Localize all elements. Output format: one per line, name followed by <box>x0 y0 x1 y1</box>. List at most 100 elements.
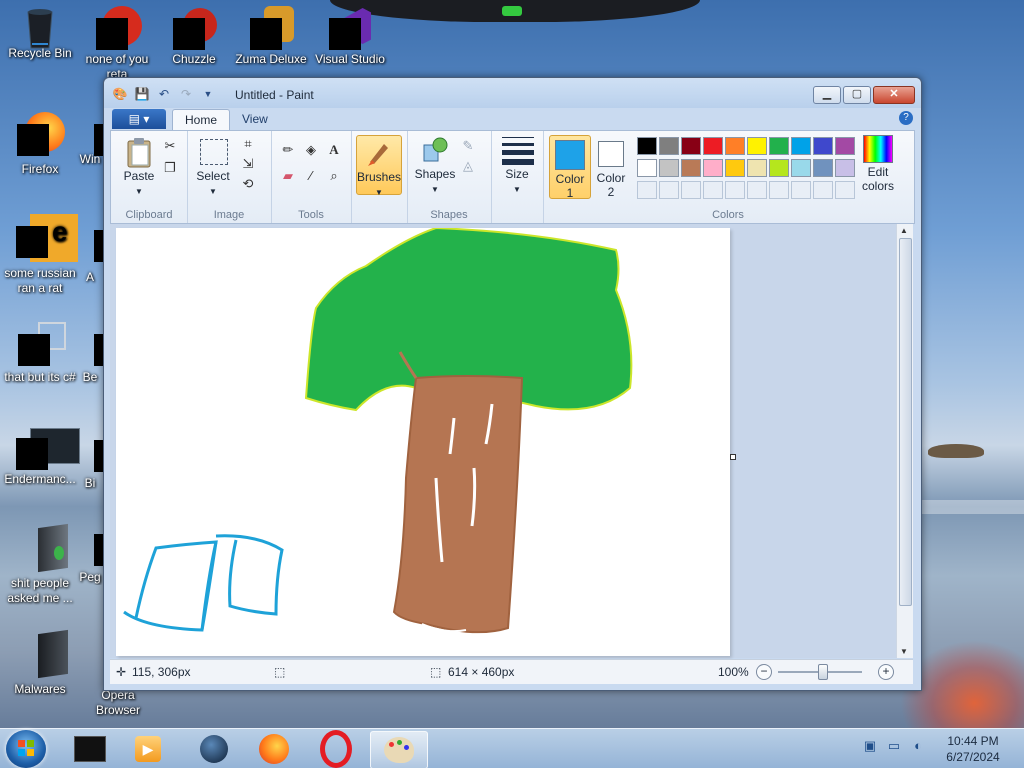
palette-color-swatch[interactable] <box>813 159 833 177</box>
custom-color-slot[interactable] <box>637 181 657 199</box>
palette-color-swatch[interactable] <box>681 159 701 177</box>
custom-color-slot[interactable] <box>813 181 833 199</box>
palette-color-swatch[interactable] <box>791 159 811 177</box>
cut-icon[interactable]: ✂ <box>161 137 179 155</box>
help-icon[interactable]: ? <box>899 111 913 125</box>
vertical-scrollbar[interactable]: ▲ ▼ <box>896 224 913 658</box>
palette-color-swatch[interactable] <box>835 137 855 155</box>
palette-color-swatch[interactable] <box>637 137 657 155</box>
palette-color-swatch[interactable] <box>769 137 789 155</box>
palette-color-swatch[interactable] <box>747 137 767 155</box>
drawing-canvas[interactable] <box>116 226 736 656</box>
taskbar-app-firefox[interactable] <box>246 731 302 767</box>
custom-color-slot[interactable] <box>659 181 679 199</box>
custom-color-slot[interactable] <box>747 181 767 199</box>
resize-icon[interactable]: ⇲ <box>239 155 257 173</box>
text-tool-icon[interactable]: A <box>325 141 343 159</box>
tab-home[interactable]: Home <box>172 109 231 131</box>
magnifier-icon[interactable]: ⌕ <box>325 167 343 185</box>
palette-color-swatch[interactable] <box>637 159 657 177</box>
clock[interactable]: 10:44 PM 6/27/2024 <box>932 733 1014 765</box>
palette-color-swatch[interactable] <box>835 159 855 177</box>
selection-icon <box>198 137 228 167</box>
custom-color-slot[interactable] <box>725 181 745 199</box>
desktop-icon-csharp[interactable]: that but its c# <box>0 322 80 385</box>
zoom-out-button[interactable]: − <box>756 664 772 680</box>
close-button[interactable]: ✕ <box>873 86 915 104</box>
desktop-icon-firefox[interactable]: Firefox <box>0 112 80 177</box>
undo-icon[interactable]: ↶ <box>156 86 172 102</box>
palette-color-swatch[interactable] <box>747 159 767 177</box>
select-button[interactable]: Select ▼ <box>193 137 233 197</box>
palette-color-swatch[interactable] <box>791 137 811 155</box>
desktop-icon-endermanch[interactable]: Endermanc... <box>0 428 80 487</box>
custom-color-slot[interactable] <box>769 181 789 199</box>
taskbar-app-globe[interactable] <box>186 731 242 767</box>
palette-color-swatch[interactable] <box>659 159 679 177</box>
taskbar-app-opera[interactable] <box>308 730 364 768</box>
outline-icon[interactable]: ✎ <box>459 137 477 155</box>
color1-button[interactable]: Color 1 <box>549 135 591 200</box>
tray-app-icon[interactable]: ▣ <box>862 738 878 754</box>
custom-color-slot[interactable] <box>703 181 723 199</box>
fill-icon[interactable]: ◬ <box>459 157 477 175</box>
tab-view[interactable]: View <box>230 109 280 130</box>
save-icon[interactable]: 💾 <box>134 86 150 102</box>
eraser-icon[interactable]: ▰ <box>279 167 297 185</box>
start-button[interactable] <box>6 730 46 768</box>
custom-color-slot[interactable] <box>835 181 855 199</box>
line-width-icon <box>502 135 534 165</box>
palette-color-swatch[interactable] <box>681 137 701 155</box>
pencil-icon[interactable]: ✏ <box>279 141 297 159</box>
color-picker-icon[interactable]: ⁄ <box>302 167 320 185</box>
taskbar-app-paint[interactable] <box>370 731 428 768</box>
brushes-button[interactable]: Brushes ▼ <box>356 135 402 197</box>
desktop-icon-redacted-1[interactable]: none of you reta <box>77 6 157 82</box>
network-icon[interactable]: ▭ <box>886 738 902 754</box>
scrollbar-thumb[interactable] <box>899 238 912 606</box>
copy-icon[interactable]: ❐ <box>161 159 179 177</box>
desktop-icon-chuzzle[interactable]: Chuzzle <box>154 6 234 67</box>
size-button[interactable]: Size ▼ <box>497 135 537 195</box>
window-title: Untitled - Paint <box>235 88 314 102</box>
desktop-icon-shit-people[interactable]: shit people asked me ... <box>0 523 80 606</box>
shapes-button[interactable]: Shapes ▼ <box>413 135 457 195</box>
customize-toolbar-icon[interactable]: ▼ <box>200 86 216 102</box>
palette-color-swatch[interactable] <box>703 137 723 155</box>
paint-app-icon[interactable]: 🎨 <box>112 86 128 102</box>
custom-color-slot[interactable] <box>681 181 701 199</box>
crop-icon[interactable]: ⌗ <box>239 135 257 153</box>
palette-color-swatch[interactable] <box>725 159 745 177</box>
rotate-icon[interactable]: ⟲ <box>239 175 257 193</box>
canvas-resize-handle-right[interactable] <box>730 454 736 460</box>
shapes-group: Shapes ▼ ✎ ◬ Shapes <box>407 131 492 223</box>
palette-color-swatch[interactable] <box>703 159 723 177</box>
desktop-icon-recycle-bin[interactable]: Recycle Bin <box>0 6 80 61</box>
edit-colors-button[interactable]: Edit colors <box>855 135 901 193</box>
palette-color-swatch[interactable] <box>813 137 833 155</box>
palette-color-swatch[interactable] <box>725 137 745 155</box>
minimize-button[interactable]: ▁ <box>813 86 841 104</box>
paste-button[interactable]: Paste ▼ <box>119 137 159 197</box>
palette-color-swatch[interactable] <box>769 159 789 177</box>
fill-bucket-icon[interactable]: ◈ <box>302 141 320 159</box>
scroll-up-icon[interactable]: ▲ <box>900 226 908 235</box>
zoom-in-button[interactable]: + <box>878 664 894 680</box>
volume-icon[interactable]: ◐ <box>910 738 926 754</box>
title-bar[interactable]: 🎨 💾 ↶ ↷ ▼ Untitled - Paint ▁ ▢ ✕ <box>104 78 921 108</box>
desktop-icon-russian-rat[interactable]: e some russian ran a rat <box>0 214 80 296</box>
redo-icon[interactable]: ↷ <box>178 86 194 102</box>
desktop-icon-malwares[interactable]: Malwares <box>0 629 80 697</box>
taskbar-app-terminal[interactable] <box>62 731 118 767</box>
color2-button[interactable]: Color 2 <box>591 135 631 199</box>
taskbar-app-media-player[interactable]: ▶ <box>120 731 176 767</box>
zoom-slider-thumb[interactable] <box>818 664 828 680</box>
desktop-icon-zuma[interactable]: Zuma Deluxe <box>231 6 311 67</box>
colors-group: Color 1 Color 2 Edit colors Colors <box>543 131 913 223</box>
scroll-down-icon[interactable]: ▼ <box>900 647 908 656</box>
maximize-button[interactable]: ▢ <box>843 86 871 104</box>
paint-menu-button[interactable]: ▤ ▾ <box>112 109 166 129</box>
custom-color-slot[interactable] <box>791 181 811 199</box>
desktop-icon-visual-studio[interactable]: Visual Studio <box>310 6 390 67</box>
palette-color-swatch[interactable] <box>659 137 679 155</box>
